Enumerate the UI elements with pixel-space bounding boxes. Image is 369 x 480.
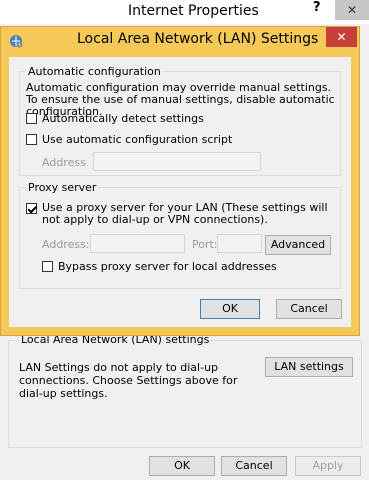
auto-detect-row[interactable]: Automatically detect settings [26, 112, 204, 125]
automatic-configuration-legend: Automatic configuration [26, 65, 163, 78]
use-script-label: Use automatic configuration script [42, 133, 233, 146]
parent-ok-button[interactable]: OK [149, 456, 215, 476]
use-proxy-row[interactable]: Use a proxy server for your LAN (These s… [26, 202, 338, 226]
lan-settings-description: LAN Settings do not apply to dial-up con… [19, 361, 238, 400]
parent-window-title: Internet Properties [128, 3, 259, 19]
dialog-cancel-button[interactable]: Cancel [276, 299, 342, 319]
lan-settings-button[interactable]: LAN settings [265, 357, 353, 377]
use-proxy-label: Use a proxy server for your LAN (These s… [42, 201, 328, 226]
bypass-checkbox[interactable] [42, 261, 53, 272]
proxy-port-field[interactable] [217, 234, 262, 253]
auto-detect-checkbox[interactable] [26, 113, 37, 124]
use-script-row[interactable]: Use automatic configuration script [26, 133, 232, 146]
script-address-field[interactable] [93, 152, 261, 171]
proxy-address-field[interactable] [90, 234, 185, 253]
advanced-button[interactable]: Advanced [265, 235, 331, 255]
dialog-title: Local Area Network (LAN) Settings [77, 31, 319, 47]
dialog-title-bar[interactable]: Local Area Network (LAN) Settings ✕ [1, 27, 359, 53]
bypass-row[interactable]: Bypass proxy server for local addresses [42, 260, 277, 273]
parent-close-button[interactable]: ✕ [335, 0, 369, 20]
proxy-server-group: Proxy server Use a proxy server for your… [19, 181, 341, 289]
use-proxy-checkbox[interactable] [26, 203, 37, 214]
internet-options-icon [10, 35, 23, 48]
proxy-server-legend: Proxy server [26, 181, 99, 194]
dialog-close-button[interactable]: ✕ [326, 27, 357, 47]
proxy-address-label: Address: [42, 238, 90, 251]
proxy-port-label: Port: [192, 238, 218, 251]
use-script-checkbox[interactable] [26, 134, 37, 145]
automatic-configuration-group: Automatic configuration Automatic config… [19, 65, 341, 176]
auto-detect-label: Automatically detect settings [42, 112, 204, 125]
script-address-label: Address [42, 156, 86, 169]
dialog-body: Automatic configuration Automatic config… [9, 57, 351, 327]
parent-apply-button[interactable]: Apply [295, 456, 361, 476]
bypass-label: Bypass proxy server for local addresses [58, 260, 277, 273]
parent-title-bar: Internet Properties ? ✕ [0, 0, 369, 24]
lan-settings-dialog: Local Area Network (LAN) Settings ✕ Auto… [0, 26, 360, 336]
help-button[interactable]: ? [313, 0, 321, 15]
lan-settings-group: Local Area Network (LAN) settings LAN Se… [8, 333, 362, 448]
parent-cancel-button[interactable]: Cancel [221, 456, 287, 476]
dialog-ok-button[interactable]: OK [200, 299, 260, 319]
